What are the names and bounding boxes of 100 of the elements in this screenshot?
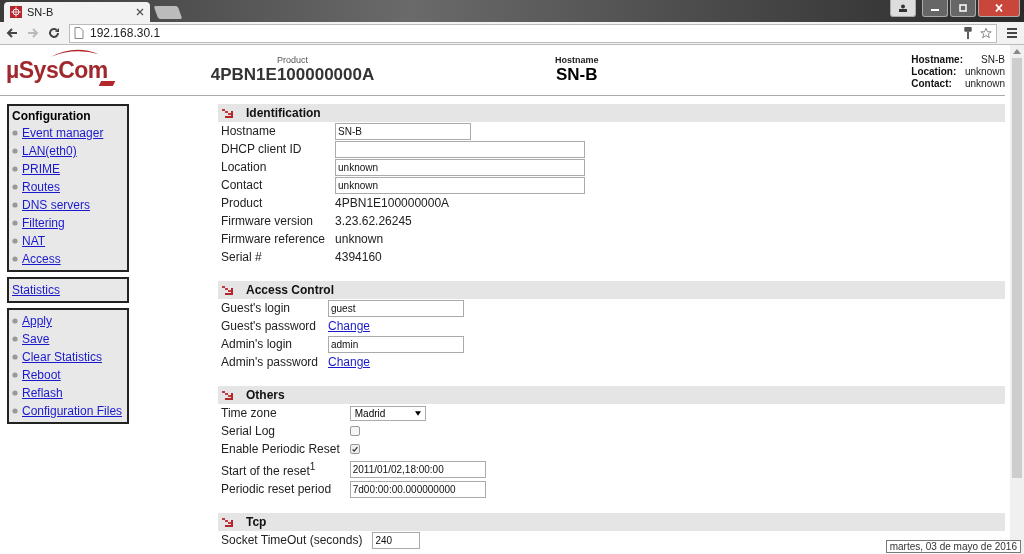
input-field[interactable]: 240 — [372, 531, 421, 549]
menu-link[interactable]: Event manager — [22, 126, 104, 140]
page-icon — [74, 27, 84, 39]
input-field[interactable]: 7d00:00:00.000000000 — [349, 480, 486, 498]
bullet-icon — [12, 256, 18, 262]
input-field[interactable]: admin — [328, 335, 464, 353]
input-field[interactable]: unknown — [335, 158, 586, 176]
input-field[interactable] — [335, 140, 586, 158]
menu-icon[interactable] — [1006, 27, 1018, 39]
bullet-icon — [12, 372, 18, 378]
maximize-icon — [958, 4, 968, 12]
url-text: 192.168.30.1 — [90, 26, 162, 40]
field-label: Serial Log — [221, 423, 277, 440]
input-field[interactable]: unknown — [335, 176, 586, 194]
section-title: Identification — [246, 106, 321, 120]
field-label: DHCP client ID — [221, 141, 303, 158]
field-label: Enable Periodic Reset — [221, 441, 340, 458]
field-label: Guest's password — [221, 318, 317, 335]
stairs-icon — [222, 517, 234, 527]
section-title: Tcp — [246, 515, 267, 529]
product-label: Product — [277, 55, 308, 65]
menu-link[interactable]: DNS servers — [22, 198, 90, 212]
stairs-icon — [222, 108, 234, 118]
timezone-dropdown[interactable]: Madrid — [349, 405, 426, 421]
bullet-icon — [12, 148, 18, 154]
menu-link[interactable]: Apply — [22, 314, 53, 328]
section-title: Access Control — [246, 283, 335, 297]
reload-icon[interactable] — [48, 27, 60, 39]
info-value: unknown — [964, 78, 1005, 90]
info-value: SN-B — [980, 54, 1005, 66]
bullet-icon — [12, 220, 18, 226]
change-link[interactable]: Change — [328, 355, 371, 369]
field-label: Periodic reset period — [221, 481, 333, 498]
info-label: Hostname: — [911, 54, 963, 66]
bullet-icon — [12, 238, 18, 244]
favicon-icon — [10, 6, 22, 18]
bullet-icon — [12, 184, 18, 190]
info-label: Location: — [911, 66, 958, 78]
field-label: Product — [221, 195, 264, 212]
bullet-icon — [12, 390, 18, 396]
minimize-button[interactable] — [922, 0, 948, 17]
maximize-button[interactable] — [950, 0, 976, 17]
menu-link[interactable]: Routes — [22, 180, 61, 194]
person-icon — [898, 4, 908, 12]
input-field[interactable]: SN-B — [335, 122, 472, 140]
address-field[interactable]: 192.168.30.1 — [69, 23, 997, 43]
checkbox[interactable] — [349, 444, 360, 454]
menu-link[interactable]: Reflash — [22, 386, 63, 400]
logo-mark-icon — [98, 81, 116, 86]
field-label: Location — [221, 159, 268, 176]
bullet-icon — [12, 354, 18, 360]
menu-link[interactable]: Clear Statistics — [22, 350, 103, 364]
field-label: Firmware version — [221, 213, 314, 230]
checkbox[interactable] — [349, 426, 360, 436]
date-tooltip: martes, 03 de mayo de 2016 — [885, 540, 1021, 553]
field-label: Socket TimeOut (seconds) — [221, 532, 363, 549]
key-icon[interactable] — [962, 26, 974, 40]
star-icon[interactable] — [980, 26, 992, 40]
close-icon — [994, 4, 1004, 12]
menu-link[interactable]: NAT — [22, 234, 46, 248]
profile-button[interactable] — [890, 0, 916, 17]
field-value: 4394160 — [335, 248, 382, 266]
stairs-icon — [222, 285, 234, 295]
menu-link[interactable]: PRIME — [22, 162, 60, 176]
menu-link[interactable]: Reboot — [22, 368, 61, 382]
hostname-label: Hostname — [555, 55, 599, 65]
change-link[interactable]: Change — [328, 319, 371, 333]
caret-icon — [414, 410, 421, 416]
stairs-icon — [222, 390, 234, 400]
menu-link[interactable]: Save — [22, 332, 50, 346]
field-label: Time zone — [221, 405, 278, 422]
field-label: Contact — [221, 177, 264, 194]
field-value: 4PBN1E100000000A — [335, 194, 450, 212]
bullet-icon — [12, 318, 18, 324]
new-tab-button[interactable] — [153, 6, 183, 19]
scroll-thumb[interactable] — [1012, 58, 1022, 478]
field-label: Admin's login — [221, 336, 293, 353]
menu-link[interactable]: Configuration Files — [22, 404, 123, 418]
menu-link[interactable]: Access — [22, 252, 61, 266]
section-title: Others — [246, 388, 285, 402]
menu-link[interactable]: Filtering — [22, 216, 65, 230]
scroll-up-icon[interactable] — [1013, 49, 1021, 54]
bullet-icon — [12, 130, 18, 136]
field-label: Start of the reset$^{1}$ — [221, 460, 317, 480]
bullet-icon — [12, 336, 18, 342]
field-value: 3.23.62.26245 — [335, 212, 412, 230]
menu-link[interactable]: Statistics — [12, 283, 60, 297]
product-value: 4PBN1E100000000A — [210, 65, 375, 85]
menu-title: Configuration — [12, 108, 92, 124]
close-icon[interactable] — [136, 8, 144, 16]
input-field[interactable]: guest — [328, 299, 464, 317]
close-window-button[interactable] — [978, 0, 1020, 17]
info-value: unknown — [964, 66, 1005, 78]
menu-link[interactable]: LAN(eth0) — [22, 144, 77, 158]
field-label: Guest's login — [221, 300, 291, 317]
field-label: Firmware reference — [221, 231, 326, 248]
bullet-icon — [12, 202, 18, 208]
input-field[interactable]: 2011/01/02,18:00:00 — [349, 460, 486, 478]
browser-tab[interactable]: SN-B — [4, 2, 150, 22]
back-icon[interactable] — [6, 27, 18, 39]
